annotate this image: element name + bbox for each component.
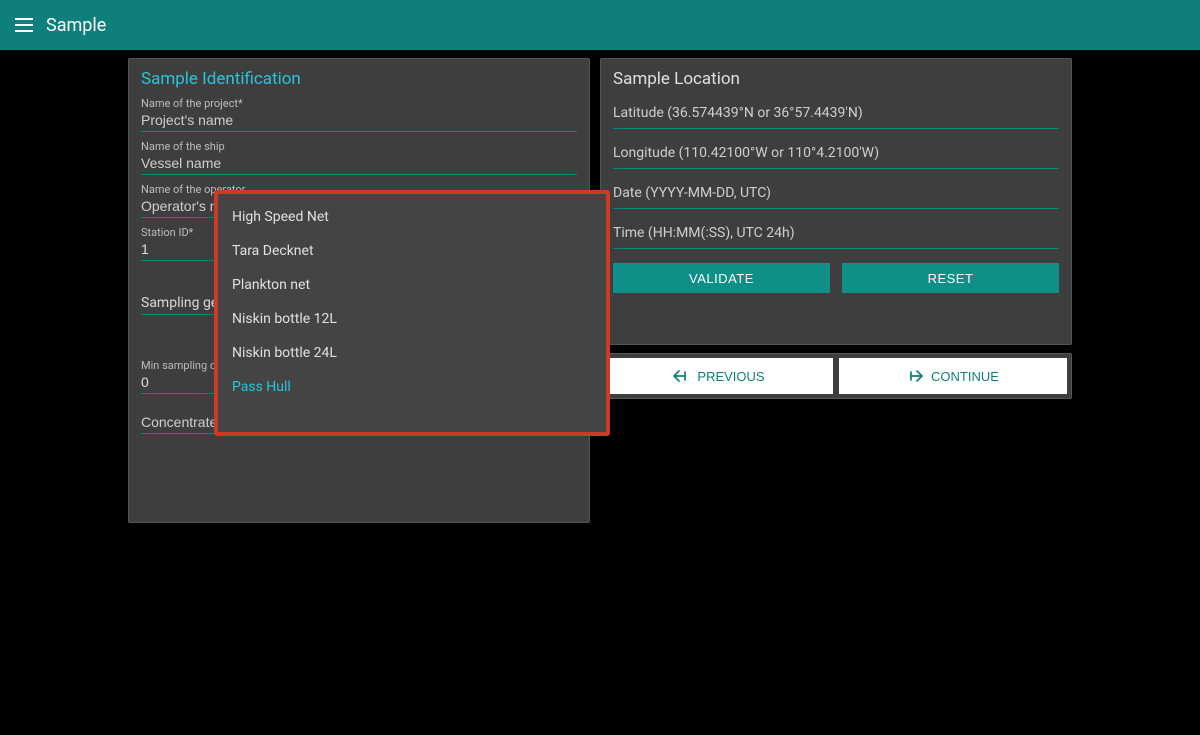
lon-field: Longitude (110.42100°W or 110°4.2100'W)	[613, 137, 1059, 169]
appbar: Sample	[0, 0, 1200, 50]
dropdown-item[interactable]: Niskin bottle 24L	[218, 336, 606, 370]
appbar-title: Sample	[46, 15, 106, 36]
reset-button[interactable]: RESET	[842, 263, 1059, 293]
nav-card: PREVIOUS CONTINUE	[600, 353, 1072, 399]
continue-button[interactable]: CONTINUE	[839, 358, 1067, 394]
ship-input[interactable]	[141, 153, 577, 175]
validate-button[interactable]: VALIDATE	[613, 263, 830, 293]
arrow-right-icon	[907, 370, 923, 382]
time-input[interactable]: Time (HH:MM(:SS), UTC 24h)	[613, 217, 1059, 249]
dropdown-item[interactable]: Pass Hull	[218, 370, 606, 404]
card-title-identification: Sample Identification	[141, 69, 577, 89]
sample-location-card: Sample Location Latitude (36.574439°N or…	[600, 58, 1072, 345]
dropdown-item[interactable]: Niskin bottle 12L	[218, 302, 606, 336]
date-input[interactable]: Date (YYYY-MM-DD, UTC)	[613, 177, 1059, 209]
previous-label: PREVIOUS	[697, 369, 764, 384]
time-field: Time (HH:MM(:SS), UTC 24h)	[613, 217, 1059, 249]
lat-input[interactable]: Latitude (36.574439°N or 36°57.4439'N)	[613, 97, 1059, 129]
project-field: Name of the project*	[141, 97, 577, 132]
dropdown-item[interactable]: High Speed Net	[218, 200, 606, 234]
date-field: Date (YYYY-MM-DD, UTC)	[613, 177, 1059, 209]
menu-icon[interactable]	[12, 13, 36, 37]
ship-label: Name of the ship	[141, 140, 577, 153]
previous-button[interactable]: PREVIOUS	[605, 358, 833, 394]
lon-input[interactable]: Longitude (110.42100°W or 110°4.2100'W)	[613, 137, 1059, 169]
lat-field: Latitude (36.574439°N or 36°57.4439'N)	[613, 97, 1059, 129]
sampling-gear-dropdown: High Speed NetTara DecknetPlankton netNi…	[214, 190, 610, 436]
project-label: Name of the project*	[141, 97, 577, 110]
continue-label: CONTINUE	[931, 369, 999, 384]
ship-field: Name of the ship	[141, 140, 577, 175]
dropdown-item[interactable]: Tara Decknet	[218, 234, 606, 268]
project-input[interactable]	[141, 110, 577, 132]
card-title-location: Sample Location	[613, 69, 1059, 89]
arrow-left-icon	[673, 370, 689, 382]
dropdown-item[interactable]: Plankton net	[218, 268, 606, 302]
